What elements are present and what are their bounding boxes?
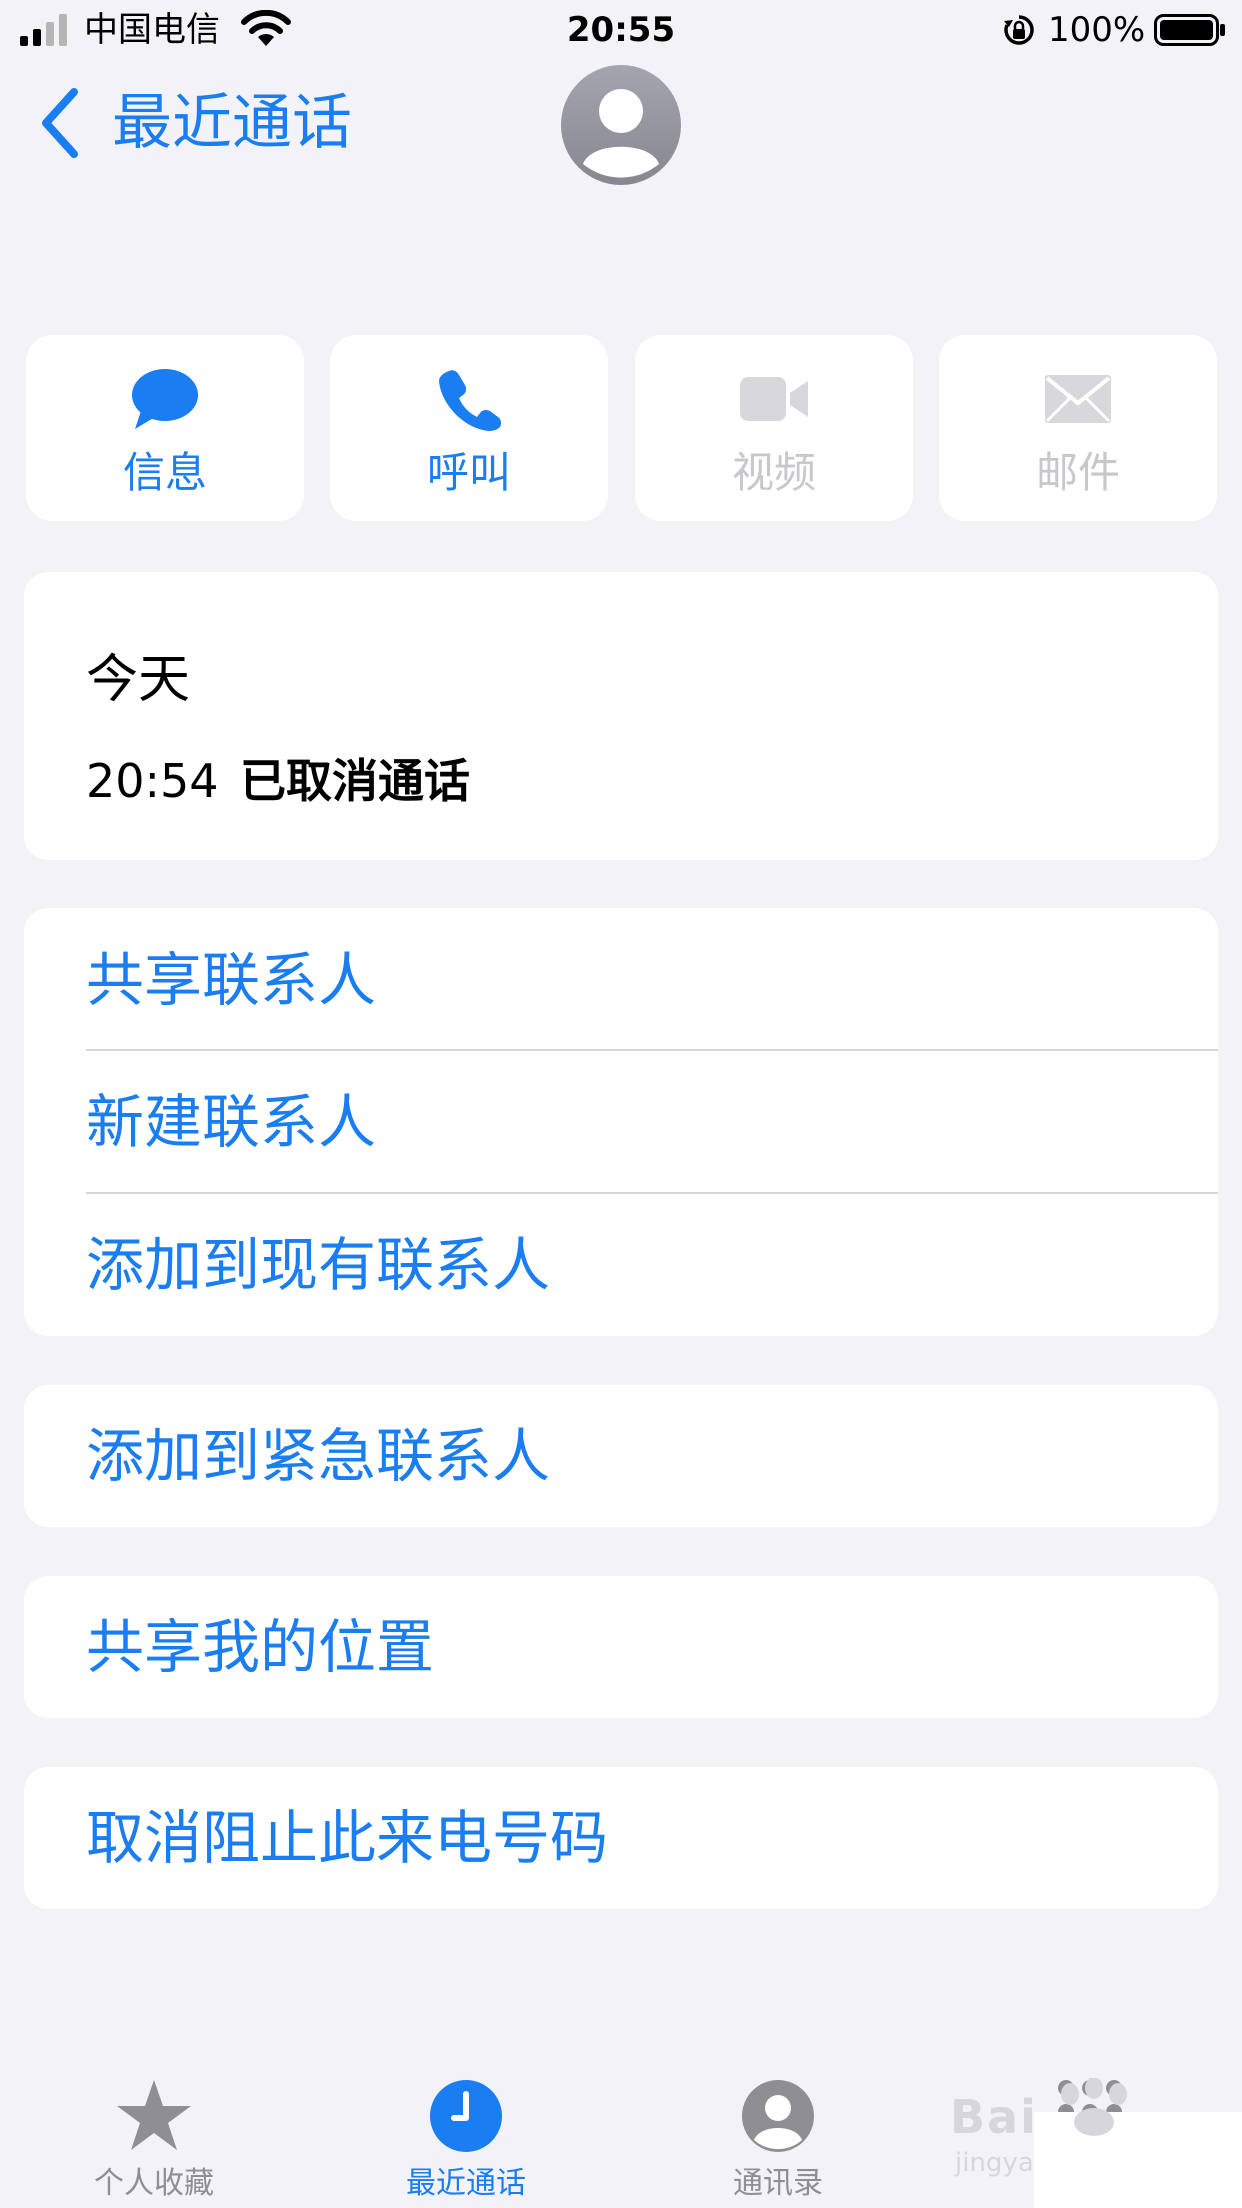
watermark-brand: Bai: [950, 2090, 1038, 2144]
call-log-status: 已取消通话: [240, 754, 470, 808]
share-contact-button[interactable]: 共享联系人: [86, 940, 376, 1020]
new-contact-button[interactable]: 新建联系人: [86, 1082, 376, 1162]
mail-label: 邮件: [1035, 448, 1120, 497]
add-to-emergency-contacts-button[interactable]: 添加到紧急联系人: [86, 1416, 550, 1496]
unblock-caller-button[interactable]: 取消阻止此来电号码: [86, 1798, 608, 1878]
avatar: [561, 65, 681, 185]
status-bar: 中国电信 20:55 100%: [0, 0, 1242, 62]
share-my-location-button[interactable]: 共享我的位置: [86, 1607, 434, 1687]
message-bubble-icon: [132, 369, 198, 429]
video-label: 视频: [731, 448, 816, 497]
tab-recents[interactable]: 最近通话: [356, 2070, 576, 2208]
call-log-date: 今天: [86, 650, 191, 710]
star-icon: [117, 2080, 191, 2150]
clock-icon: [430, 2080, 502, 2152]
envelope-icon: [1045, 375, 1111, 423]
tab-favorites-label: 个人收藏: [94, 2166, 214, 2201]
tab-contacts[interactable]: 通讯录: [668, 2070, 888, 2208]
call-label: 呼叫: [426, 448, 511, 497]
message-label: 信息: [122, 448, 207, 497]
rotation-lock-icon: [1004, 15, 1034, 45]
tab-contacts-label: 通讯录: [733, 2166, 823, 2201]
contacts-icon: [742, 2080, 814, 2152]
divider: [86, 1192, 1218, 1194]
video-button[interactable]: 视频: [635, 335, 913, 521]
watermark-subtext: jingya: [955, 2148, 1034, 2178]
message-button[interactable]: 信息: [26, 335, 304, 521]
chevron-left-icon[interactable]: [36, 84, 86, 162]
call-log-time: 20:54: [86, 754, 219, 808]
add-to-existing-contact-button[interactable]: 添加到现有联系人: [86, 1225, 550, 1305]
phone-icon: [439, 370, 502, 431]
back-button[interactable]: 最近通话: [112, 84, 352, 162]
tab-favorites[interactable]: 个人收藏: [44, 2070, 264, 2208]
battery-percentage: 100%: [1048, 10, 1146, 50]
video-camera-icon: [740, 377, 808, 421]
call-button[interactable]: 呼叫: [330, 335, 608, 521]
paw-logo-icon: [1061, 2078, 1127, 2136]
call-log-card: [24, 572, 1218, 860]
divider: [86, 1049, 1218, 1051]
battery-icon: [1154, 14, 1225, 46]
tab-recents-label: 最近通话: [406, 2166, 526, 2201]
mail-button[interactable]: 邮件: [939, 335, 1217, 521]
